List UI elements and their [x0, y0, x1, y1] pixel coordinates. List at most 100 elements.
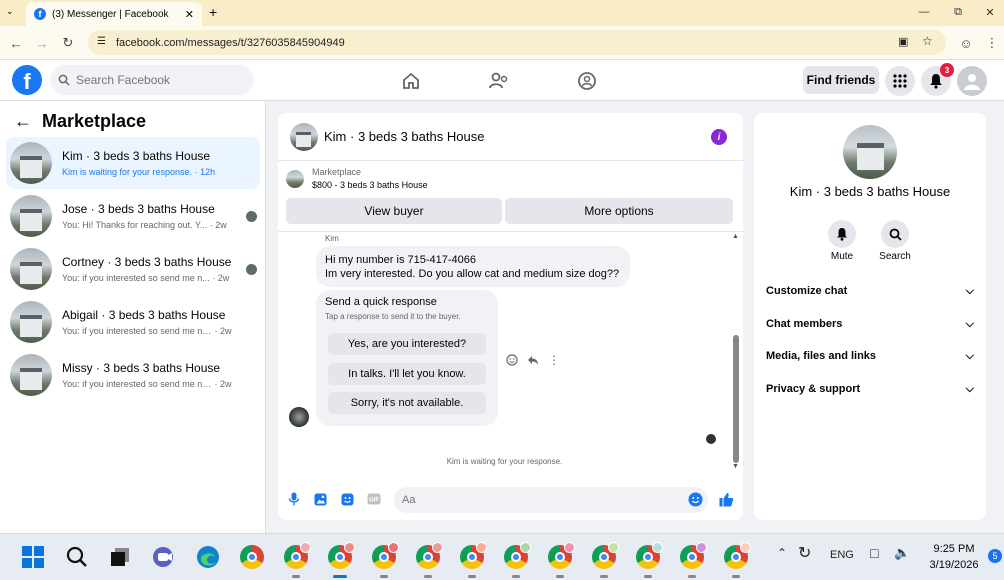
restore-icon[interactable]: ⧉: [940, 0, 976, 24]
chrome-profile-icon[interactable]: [677, 542, 707, 578]
message-input-box[interactable]: [394, 487, 708, 513]
conversation-name: Kim · 3 beds 3 baths House: [62, 149, 211, 163]
media-files-links-row[interactable]: Media, files and links ⌵: [754, 340, 986, 372]
clock[interactable]: 9:25 PM 3/19/2026: [921, 541, 987, 573]
scroll-thumb[interactable]: [733, 335, 739, 463]
browser-tab-messenger[interactable]: f (3) Messenger | Facebook ✕: [26, 2, 202, 26]
forward-icon[interactable]: →: [32, 33, 52, 53]
incoming-message: Hi my number is 715-417-4066 Im very int…: [316, 246, 630, 287]
task-view-icon[interactable]: [105, 542, 135, 572]
minimize-icon[interactable]: —: [906, 0, 942, 24]
tab-list-chevron-icon[interactable]: ⌄: [6, 6, 14, 17]
thumbs-up-icon[interactable]: [718, 491, 734, 507]
facebook-favicon-icon: f: [34, 8, 46, 20]
site-info-icon[interactable]: ☰: [97, 36, 106, 47]
message-line: Im very interested. Do you allow cat and…: [325, 268, 620, 280]
chrome-profile-icon[interactable]: [501, 542, 531, 578]
windows-start-icon[interactable]: [18, 542, 48, 572]
more-actions-icon[interactable]: ⋮: [547, 353, 561, 367]
photo-icon[interactable]: [312, 491, 328, 507]
reload-icon[interactable]: ↻: [58, 33, 78, 53]
close-tab-icon[interactable]: ✕: [185, 8, 194, 21]
url-field[interactable]: ☰ facebook.com/messages/t/32760358459049…: [88, 30, 946, 55]
conversation-item[interactable]: Kim · 3 beds 3 baths House Kim is waitin…: [6, 137, 260, 189]
edge-icon[interactable]: [193, 542, 223, 572]
more-options-button[interactable]: More options: [505, 198, 733, 224]
search-box[interactable]: [50, 65, 254, 95]
home-icon[interactable]: [398, 68, 424, 94]
install-app-icon[interactable]: ▣: [898, 35, 908, 48]
facebook-logo-icon[interactable]: f: [12, 65, 42, 95]
scroll-up-icon[interactable]: ▲: [732, 233, 739, 240]
conversation-name: Jose · 3 beds 3 baths House: [62, 202, 215, 216]
sender-name: Kim: [325, 234, 339, 243]
house-avatar: [10, 142, 52, 184]
chat-header[interactable]: Kim · 3 beds 3 baths House: [278, 113, 743, 161]
chrome-profile-icon[interactable]: [369, 542, 399, 578]
conversation-item[interactable]: Missy · 3 beds 3 baths House You: if you…: [6, 349, 260, 401]
teams-icon[interactable]: [149, 542, 179, 572]
mute-button[interactable]: [828, 220, 856, 248]
new-tab-icon[interactable]: +: [209, 4, 217, 20]
quick-response-button[interactable]: In talks. I'll let you know.: [328, 363, 486, 385]
conversation-time: · 2w: [209, 220, 227, 230]
language-indicator[interactable]: ENG: [830, 549, 854, 561]
network-icon[interactable]: □: [870, 545, 878, 561]
chrome-profile-icon[interactable]: [457, 542, 487, 578]
url-text: facebook.com/messages/t/3276035845904949: [116, 36, 345, 49]
search-conversation-button[interactable]: [881, 220, 909, 248]
conversation-item[interactable]: Jose · 3 beds 3 baths House You: Hi! Tha…: [6, 190, 260, 242]
chrome-profile-icon[interactable]: [281, 542, 311, 578]
chrome-profile-icon[interactable]: [325, 542, 355, 578]
close-window-icon[interactable]: ✕: [972, 0, 1004, 24]
chrome-icon[interactable]: [237, 542, 267, 572]
emoji-icon[interactable]: [688, 492, 703, 510]
customize-chat-row[interactable]: Customize chat ⌵: [754, 275, 986, 307]
browser-menu-icon[interactable]: ⋮: [982, 33, 1002, 53]
house-avatar: [10, 301, 52, 343]
back-arrow-icon[interactable]: ←: [14, 111, 32, 132]
page-title: Marketplace: [42, 111, 147, 131]
bookmark-star-icon[interactable]: ☆: [922, 34, 933, 48]
show-hidden-icons-chevron-icon[interactable]: ⌃: [777, 546, 787, 560]
chrome-profile-icon[interactable]: [633, 542, 663, 578]
info-icon[interactable]: i: [711, 129, 727, 145]
reply-icon[interactable]: [526, 353, 540, 367]
chat-title: Kim · 3 beds 3 baths House: [324, 129, 485, 144]
sticker-icon[interactable]: [339, 491, 355, 507]
search-input[interactable]: [76, 73, 236, 87]
divider: [278, 231, 743, 232]
chrome-profile-icon[interactable]: [413, 542, 443, 578]
volume-icon[interactable]: 🔈: [894, 545, 910, 561]
profile-icon[interactable]: ☺: [956, 33, 976, 53]
conversation-item[interactable]: Cortney · 3 beds 3 baths House You: if y…: [6, 243, 260, 295]
react-icon[interactable]: [505, 353, 519, 367]
scroll-down-icon[interactable]: ▼: [732, 463, 739, 470]
sync-icon[interactable]: ↻: [798, 543, 811, 563]
chrome-profile-icon[interactable]: [589, 542, 619, 578]
chrome-profile-icon[interactable]: [545, 542, 575, 578]
friends-icon[interactable]: [486, 68, 512, 94]
listing-summary[interactable]: Marketplace $800 - 3 beds 3 baths House: [286, 167, 428, 190]
menu-grid-icon[interactable]: [885, 66, 915, 96]
microphone-icon[interactable]: [286, 491, 302, 507]
search-icon: [58, 74, 70, 86]
notification-count-badge[interactable]: 5: [988, 549, 1002, 563]
chevron-down-icon: ⌵: [965, 284, 974, 297]
back-icon[interactable]: ←: [6, 33, 26, 53]
chrome-profile-icon[interactable]: [721, 542, 751, 578]
row-label: Customize chat: [766, 285, 848, 297]
quick-response-button[interactable]: Sorry, it's not available.: [328, 392, 486, 414]
message-input[interactable]: [402, 494, 672, 506]
chat-members-row[interactable]: Chat members ⌵: [754, 308, 986, 340]
groups-icon[interactable]: [574, 68, 600, 94]
find-friends-button[interactable]: Find friends: [803, 66, 879, 94]
quick-response-button[interactable]: Yes, are you interested?: [328, 333, 486, 355]
chevron-down-icon: ⌵: [965, 382, 974, 395]
conversation-item[interactable]: Abigail · 3 beds 3 baths House You: if y…: [6, 296, 260, 348]
view-buyer-button[interactable]: View buyer: [286, 198, 502, 224]
taskbar-search-icon[interactable]: [62, 542, 92, 572]
privacy-support-row[interactable]: Privacy & support ⌵: [754, 373, 986, 405]
gif-icon[interactable]: GIF: [366, 491, 382, 507]
account-avatar[interactable]: [957, 66, 987, 96]
